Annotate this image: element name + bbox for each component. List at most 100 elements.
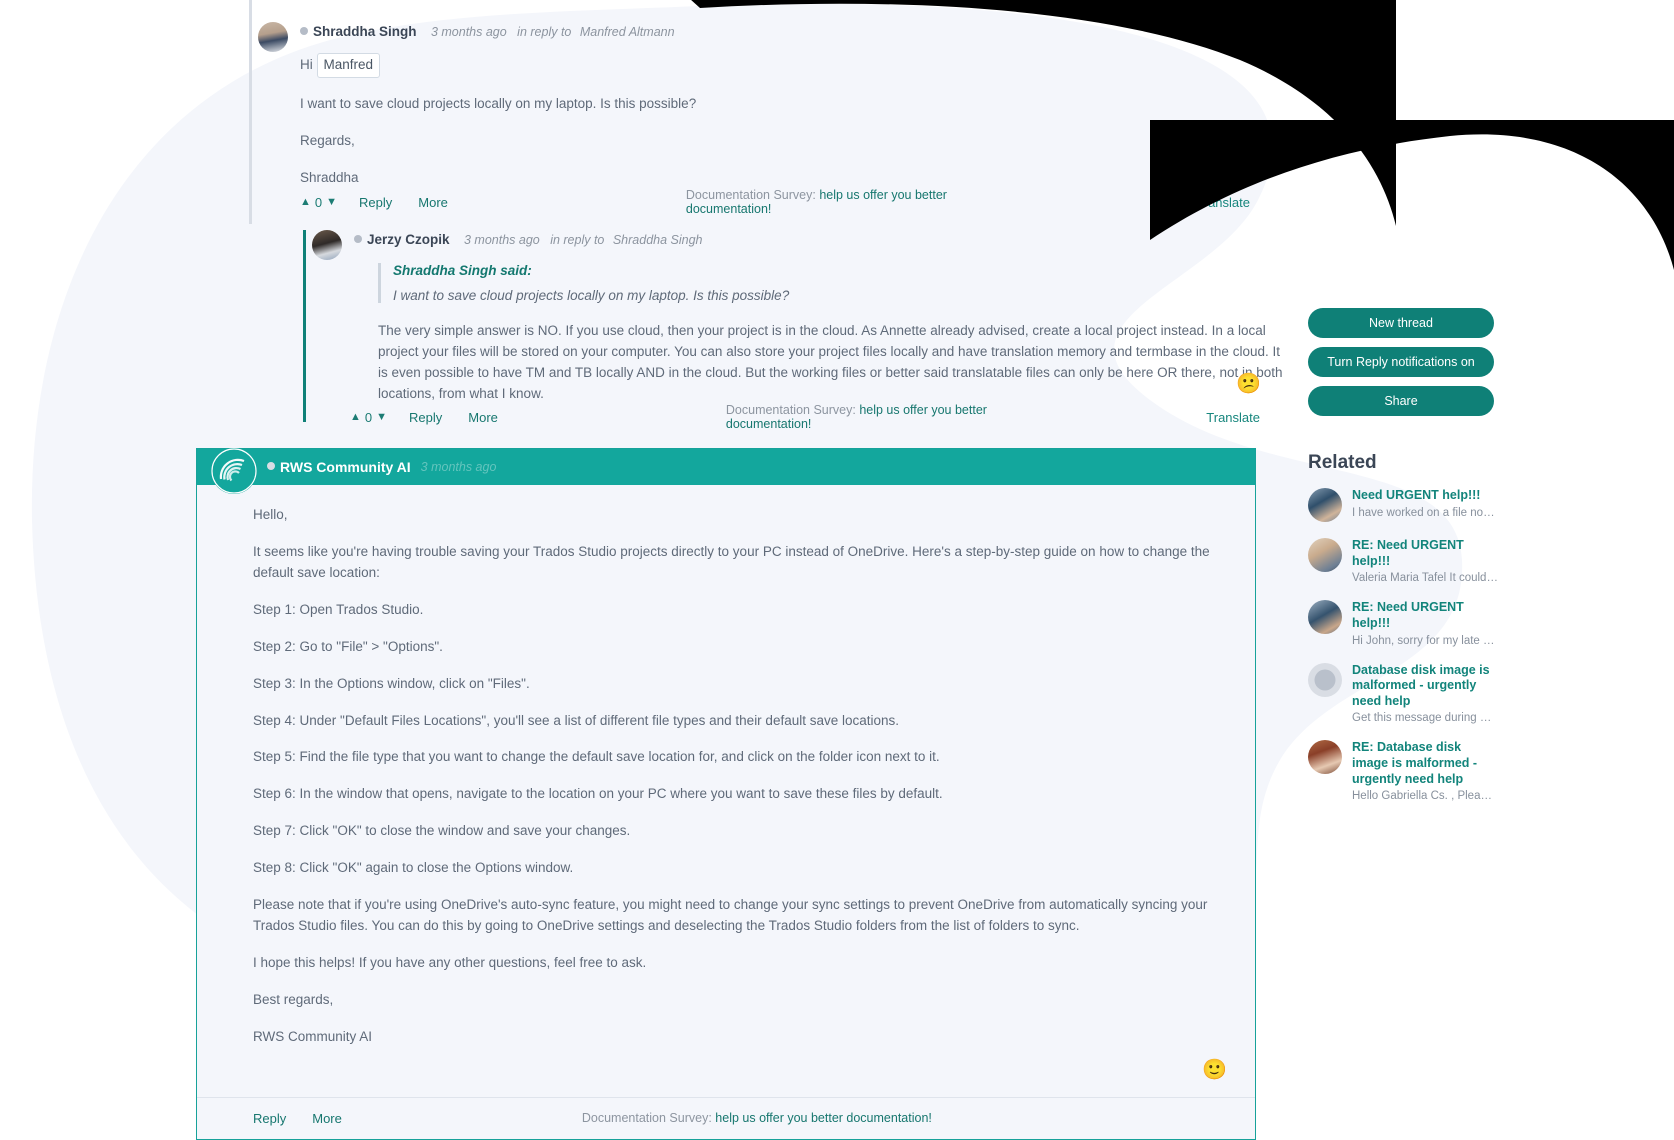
turn-reply-notifications-on-button[interactable]: Turn Reply notifications on <box>1308 347 1494 377</box>
body-paragraph: Hello, <box>253 507 288 522</box>
body-paragraph: Step 3: In the Options window, click on … <box>253 675 530 691</box>
vote-control[interactable]: ▲ 0 ▼ <box>300 195 337 210</box>
body-paragraph: Step 1: Open Trados Studio. <box>253 601 424 617</box>
ai-post-timestamp: 3 months ago <box>420 460 497 474</box>
status-dot-icon <box>354 234 362 243</box>
related-item-title[interactable]: RE: Database disk image is malformed - u… <box>1352 740 1498 787</box>
reply-button[interactable]: Reply <box>359 195 392 210</box>
post-author[interactable]: Jerzy Czopik <box>367 232 450 247</box>
body-paragraph: I hope this helps! If you have any other… <box>253 954 647 970</box>
more-button[interactable]: More <box>468 410 498 425</box>
post-body: Hi Manfred I want to save cloud projects… <box>300 53 1258 189</box>
thread-rail-jerzy <box>303 230 306 422</box>
more-button[interactable]: More <box>312 1111 342 1126</box>
related-item-snippet: I have worked on a file nor… <box>1352 506 1498 519</box>
post-header: Jerzy Czopik 3 months ago in reply to Sh… <box>354 231 1288 249</box>
reply-to-author[interactable]: Shraddha Singh <box>613 233 703 247</box>
related-list-item[interactable]: RE: Database disk image is malformed - u… <box>1308 740 1498 802</box>
documentation-survey: Documentation Survey: help us offer you … <box>726 403 1006 431</box>
body-paragraph: Step 5: Find the file type that you want… <box>253 749 940 765</box>
documentation-survey: Documentation Survey: help us offer you … <box>686 188 956 216</box>
body-paragraph: It seems like you're having trouble savi… <box>253 543 1210 580</box>
post-header: Shraddha Singh 3 months ago in reply to … <box>300 23 1258 41</box>
post-actions-jerzy: ▲ 0 ▼ Reply More Documentation Survey: h… <box>350 403 1260 431</box>
body-paragraph: Step 2: Go to "File" > "Options". <box>253 638 443 654</box>
post-shraddha-singh: Shraddha Singh 3 months ago in reply to … <box>258 22 1258 205</box>
body-paragraph: Best regards, <box>253 991 334 1007</box>
body-paragraph: RWS Community AI <box>253 1028 373 1044</box>
body-paragraph: Step 8: Click "OK" again to close the Op… <box>253 860 574 876</box>
related-item-snippet: Get this message during my … <box>1352 712 1498 725</box>
related-item-title[interactable]: Database disk image is malformed - urgen… <box>1352 663 1498 710</box>
vote-down-icon[interactable]: ▼ <box>376 411 387 423</box>
vote-up-icon[interactable]: ▲ <box>350 411 361 423</box>
rws-community-ai-logo-icon <box>211 448 257 494</box>
sidebar: New thread Turn Reply notifications on S… <box>1308 308 1498 818</box>
status-dot-icon <box>300 26 308 35</box>
ai-post-header: RWS Community AI 3 months ago <box>197 448 1255 494</box>
ai-post-body: Hello, It seems like you're having troub… <box>197 485 1255 1097</box>
vote-down-icon[interactable]: ▼ <box>326 196 337 208</box>
documentation-survey: Documentation Survey: help us offer you … <box>582 1111 932 1125</box>
vote-control[interactable]: ▲ 0 ▼ <box>350 410 387 425</box>
body-paragraph: Step 6: In the window that opens, naviga… <box>253 786 943 802</box>
more-button[interactable]: More <box>418 195 448 210</box>
reaction-emoji-smile[interactable]: 🙂 <box>1202 1059 1227 1081</box>
greeting-prefix: Hi <box>300 57 313 72</box>
survey-prefix: Documentation Survey: <box>685 188 816 202</box>
avatar <box>1308 488 1342 522</box>
body-paragraph: I want to save cloud projects locally on… <box>300 95 697 111</box>
avatar <box>1308 600 1342 635</box>
related-item-snippet: Valeria Maria Tafel It could … <box>1352 572 1498 585</box>
survey-prefix: Documentation Survey: <box>581 1111 712 1126</box>
body-paragraph: Please note that if you're using OneDriv… <box>253 897 1208 934</box>
post-actions-shraddha: ▲ 0 ▼ Reply More Documentation Survey: h… <box>300 188 1250 216</box>
new-thread-button[interactable]: New thread <box>1308 308 1494 338</box>
vote-up-icon[interactable]: ▲ <box>300 196 311 208</box>
survey-link[interactable]: help us offer you better documentation! <box>715 1111 932 1125</box>
avatar <box>1308 740 1342 775</box>
reply-to-prefix: in reply to <box>517 25 572 39</box>
post-timestamp: 3 months ago <box>430 25 507 39</box>
post-body: The very simple answer is NO. If you use… <box>378 321 1288 405</box>
reply-button[interactable]: Reply <box>409 410 442 425</box>
reply-to-author[interactable]: Manfred Altmann <box>580 25 675 39</box>
avatar[interactable] <box>312 230 342 260</box>
ai-post-author[interactable]: RWS Community AI <box>280 459 411 475</box>
post-timestamp: 3 months ago <box>463 233 540 247</box>
body-paragraph: The very simple answer is NO. If you use… <box>378 323 1283 401</box>
vote-count: 0 <box>364 409 373 425</box>
related-list-item[interactable]: RE: Need URGENT help!!! Hi John, sorry f… <box>1308 600 1498 647</box>
mention-chip[interactable]: Manfred <box>316 53 381 78</box>
related-list-item[interactable]: Need URGENT help!!! I have worked on a f… <box>1308 488 1498 522</box>
ai-post-actions: Reply More Documentation Survey: help us… <box>197 1096 1255 1139</box>
related-list-item[interactable]: RE: Need URGENT help!!! Valeria Maria Ta… <box>1308 538 1498 584</box>
avatar <box>1308 662 1342 697</box>
related-list-item[interactable]: Database disk image is malformed - urgen… <box>1308 662 1498 725</box>
related-item-title[interactable]: RE: Need URGENT help!!! <box>1352 538 1498 569</box>
translate-link[interactable]: Translate <box>1206 410 1260 425</box>
related-item-snippet: Hi John, sorry for my late re… <box>1352 634 1498 647</box>
reaction-emoji-confused[interactable]: 😕 <box>1236 374 1261 394</box>
post-author[interactable]: Shraddha Singh <box>313 24 417 39</box>
related-heading: Related <box>1308 452 1377 473</box>
related-item-title[interactable]: RE: Need URGENT help!!! <box>1352 600 1498 631</box>
status-dot-icon <box>267 462 275 470</box>
body-paragraph: Step 4: Under "Default Files Locations",… <box>253 712 900 728</box>
body-paragraph: Step 7: Click "OK" to close the window a… <box>253 823 631 839</box>
greeting-line: Hi Manfred <box>300 53 1258 78</box>
post-jerzy-czopik: Jerzy Czopik 3 months ago in reply to Sh… <box>312 230 1283 421</box>
related-item-snippet: Hello Gabriella Cs. , Plea… <box>1352 790 1492 803</box>
avatar[interactable] <box>258 22 288 52</box>
survey-prefix: Documentation Survey: <box>725 403 856 417</box>
quoted-post: Shraddha Singh said: I want to save clou… <box>378 263 1288 303</box>
quote-author-label[interactable]: Shraddha Singh said: <box>393 263 1288 278</box>
avatar <box>1308 538 1342 572</box>
quote-text: I want to save cloud projects locally on… <box>393 288 790 303</box>
reply-button[interactable]: Reply <box>253 1111 286 1126</box>
share-button[interactable]: Share <box>1308 386 1494 416</box>
body-paragraph: Regards, <box>300 132 355 148</box>
body-paragraph: Shraddha <box>300 169 359 185</box>
reply-to-prefix: in reply to <box>550 233 605 247</box>
related-item-title[interactable]: Need URGENT help!!! <box>1352 488 1498 504</box>
